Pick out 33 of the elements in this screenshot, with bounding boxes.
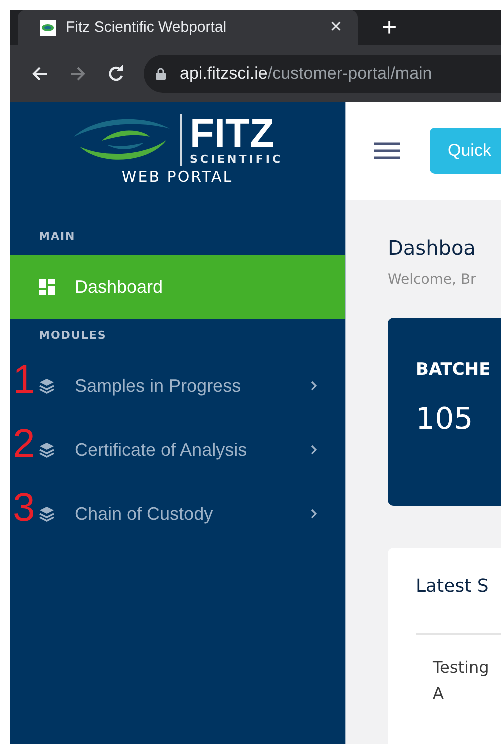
- chevron-icon: [311, 445, 317, 455]
- chevron-icon: [311, 509, 317, 519]
- browser-tab[interactable]: Fitz Scientific Webportal ×: [18, 10, 358, 45]
- menu-icon[interactable]: [374, 142, 400, 160]
- table-cell-text: Testing A: [432, 657, 490, 705]
- url-text: api.fitzsci.ie/customer-portal/main: [180, 64, 432, 84]
- dashboard-icon: [39, 279, 55, 295]
- logo-icon: [40, 20, 56, 36]
- card-title: Latest S: [416, 576, 490, 597]
- layers-icon: [39, 506, 55, 522]
- page-title: Dashboa: [388, 236, 477, 260]
- logo-brand: FITZ: [190, 114, 274, 152]
- annotation-number: 2: [13, 424, 36, 464]
- logo-tagline: WEB PORTAL: [122, 168, 234, 186]
- section-heading: MAIN: [38, 229, 77, 245]
- new-tab-button[interactable]: +: [376, 10, 404, 45]
- sidebar-item[interactable]: 2 Certificate of Analysis: [10, 418, 345, 482]
- lock-icon: [156, 68, 166, 80]
- close-tab-button[interactable]: ×: [324, 16, 348, 39]
- welcome-text: Welcome, Br: [388, 272, 478, 288]
- tab-title: Fitz Scientific Webportal: [66, 19, 228, 36]
- annotation-number: 1: [13, 360, 36, 400]
- annotation-number: 3: [13, 488, 36, 528]
- section-heading: MODULES: [38, 328, 108, 344]
- chevron-icon: [311, 381, 317, 391]
- layers-icon: [39, 442, 55, 458]
- sidebar-item[interactable]: 3 Chain of Custody: [10, 482, 345, 546]
- sidebar-item[interactable]: 1 Samples in Progress: [10, 354, 345, 418]
- layers-icon: [39, 378, 55, 394]
- stat-label: BATCHE: [416, 360, 492, 380]
- logo-subtitle: SCIENTIFIC: [190, 152, 284, 166]
- address-bar[interactable]: api.fitzsci.ie/customer-portal/main: [144, 54, 501, 92]
- stat-value: 105: [416, 402, 474, 437]
